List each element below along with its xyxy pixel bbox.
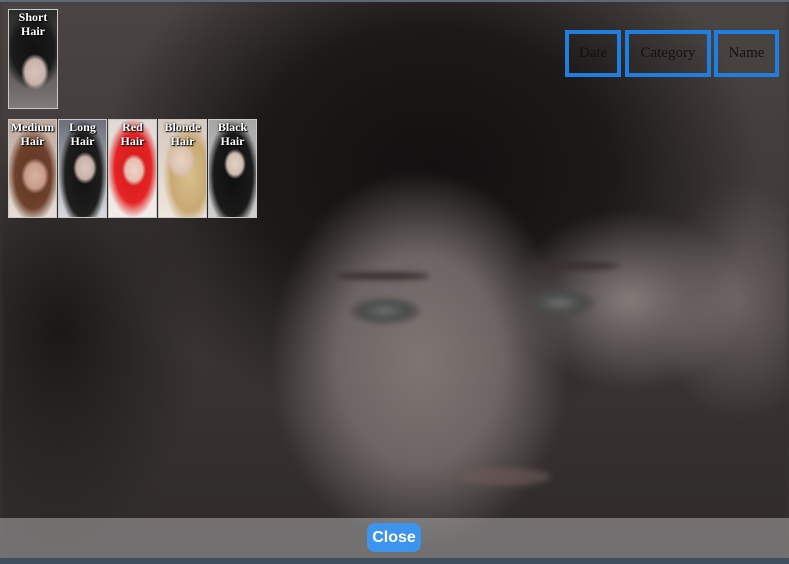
sort-date-button[interactable]: Date [565, 30, 621, 77]
thumbnail-blonde-hair[interactable]: Blonde Hair [158, 119, 207, 218]
thumbnail-short-hair[interactable]: Short Hair [8, 9, 58, 109]
thumbnail-red-hair[interactable]: Red Hair [108, 119, 157, 218]
sort-name-button[interactable]: Name [714, 30, 779, 77]
thumbnail-label: Medium Hair [10, 120, 55, 148]
thumbnail-black-hair[interactable]: Black Hair [208, 119, 257, 218]
thumbnail-medium-hair[interactable]: Medium Hair [8, 119, 57, 218]
thumbnail-label: Long Hair [69, 120, 96, 148]
background-image [0, 0, 789, 564]
close-button[interactable]: Close [367, 523, 421, 552]
window-top-edge [0, 0, 789, 2]
thumbnail-label: Short Hair [18, 10, 48, 38]
thumbnail-long-hair[interactable]: Long Hair [58, 119, 107, 218]
sort-category-button[interactable]: Category [625, 30, 711, 77]
window-bottom-edge [0, 558, 789, 564]
thumbnail-label: Red Hair [120, 120, 145, 148]
thumbnail-label: Blonde Hair [164, 120, 201, 148]
thumbnail-label: Black Hair [217, 120, 248, 148]
